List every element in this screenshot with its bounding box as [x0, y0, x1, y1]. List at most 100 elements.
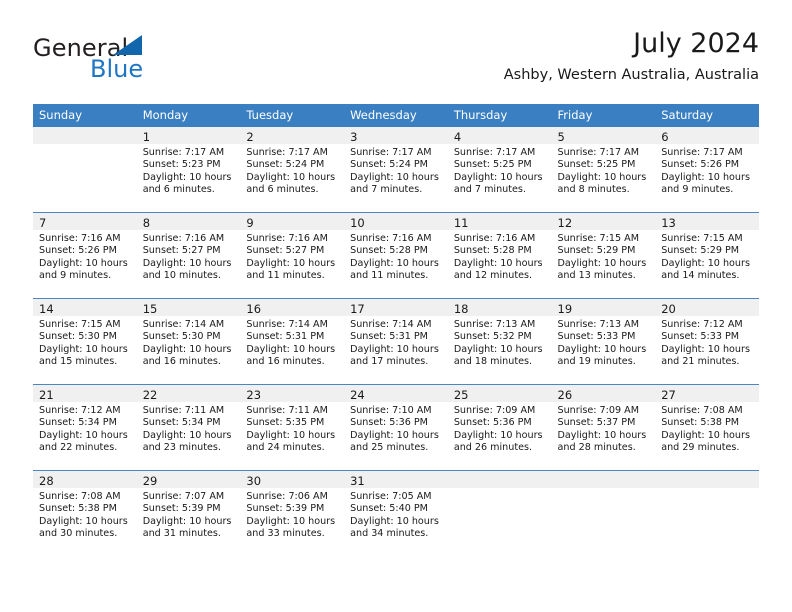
sunset-text: Sunset: 5:35 PM	[246, 417, 325, 429]
sunset-text: Sunset: 5:38 PM	[661, 417, 740, 429]
daylight-text-line2: and 19 minutes.	[557, 356, 636, 368]
daylight-text-line1: Daylight: 10 hours	[39, 515, 128, 527]
daylight-text-line2: and 17 minutes.	[350, 356, 429, 368]
day-cell[interactable]: 6 Sunrise: 7:17 AM Sunset: 5:26 PM Daylight…	[655, 127, 759, 213]
daylight-text-line2: and 7 minutes.	[350, 184, 423, 196]
triangle-flag-icon	[113, 35, 142, 55]
day-cell[interactable]	[33, 127, 137, 213]
sunrise-text: Sunrise: 7:15 AM	[557, 233, 639, 244]
day-cell[interactable]: 26 Sunrise: 7:09 AM Sunset: 5:37 PM Dayligh…	[551, 384, 656, 471]
weekday-header-wednesday: Wednesday	[344, 104, 448, 127]
page-header: General Blue July 2024 Ashby, Western Au…	[33, 28, 759, 96]
sunrise-text: Sunrise: 7:16 AM	[246, 233, 328, 244]
day-number: 10	[344, 213, 448, 230]
daylight-text-line2: and 11 minutes.	[246, 270, 325, 282]
day-number: 22	[136, 385, 241, 402]
day-cell[interactable]: 18 Sunrise: 7:13 AM Sunset: 5:32 PM Dayligh…	[447, 298, 552, 385]
day-number: 31	[344, 471, 448, 488]
calendar-page: General Blue July 2024 Ashby, Western Au…	[0, 0, 792, 612]
day-cell[interactable]: 30 Sunrise: 7:06 AM Sunset: 5:39 PM Dayligh…	[240, 470, 345, 556]
day-number: 19	[551, 299, 656, 316]
weekday-header-sunday: Sunday	[33, 104, 137, 127]
day-cell[interactable]: 14 Sunrise: 7:15 AM Sunset: 5:30 PM Dayligh…	[33, 298, 137, 385]
sunset-text: Sunset: 5:31 PM	[246, 331, 325, 343]
day-number: 25	[447, 385, 552, 402]
day-cell[interactable]	[447, 470, 552, 556]
location-subtitle: Ashby, Western Australia, Australia	[503, 67, 759, 83]
day-number: 5	[551, 127, 656, 144]
daylight-text-line2: and 12 minutes.	[453, 270, 533, 282]
week-row: 14 Sunrise: 7:15 AM Sunset: 5:30 PM Dayligh…	[33, 298, 759, 385]
day-cell[interactable]: 19 Sunrise: 7:13 AM Sunset: 5:33 PM Dayligh…	[551, 298, 656, 385]
sunrise-text: Sunrise: 7:09 AM	[453, 405, 536, 416]
page-title: July 2024	[633, 28, 759, 59]
daylight-text-line1: Daylight: 10 hours	[350, 257, 439, 269]
day-cell[interactable]	[655, 470, 759, 556]
day-number: 28	[33, 471, 137, 488]
sunset-text: Sunset: 5:37 PM	[557, 417, 636, 429]
day-cell[interactable]: 16 Sunrise: 7:14 AM Sunset: 5:31 PM Dayligh…	[240, 298, 345, 385]
day-number: 20	[655, 299, 759, 316]
day-cell[interactable]: 5 Sunrise: 7:17 AM Sunset: 5:25 PM Daylight…	[551, 127, 656, 213]
sunset-text: Sunset: 5:30 PM	[142, 331, 221, 343]
daylight-text-line2: and 24 minutes.	[246, 442, 325, 454]
daylight-text-line1: Daylight: 10 hours	[350, 515, 439, 527]
day-cell[interactable]: 25 Sunrise: 7:09 AM Sunset: 5:36 PM Dayligh…	[447, 384, 552, 471]
daylight-text-line1: Daylight: 10 hours	[142, 515, 232, 527]
sunset-text: Sunset: 5:30 PM	[39, 331, 117, 343]
day-cell[interactable]: 7 Sunrise: 7:16 AM Sunset: 5:26 PM Daylight…	[33, 212, 137, 299]
day-number: 9	[240, 213, 345, 230]
daylight-text-line2: and 29 minutes.	[661, 442, 740, 454]
day-cell[interactable]: 20 Sunrise: 7:12 AM Sunset: 5:33 PM Dayligh…	[655, 298, 759, 385]
day-cell[interactable]: 23 Sunrise: 7:11 AM Sunset: 5:35 PM Dayligh…	[240, 384, 345, 471]
sunrise-text: Sunrise: 7:07 AM	[142, 491, 225, 502]
daylight-text-line1: Daylight: 10 hours	[453, 257, 543, 269]
day-cell[interactable]: 24 Sunrise: 7:10 AM Sunset: 5:36 PM Dayligh…	[344, 384, 448, 471]
day-cell[interactable]: 9 Sunrise: 7:16 AM Sunset: 5:27 PM Daylight…	[240, 212, 345, 299]
daylight-text-line2: and 16 minutes.	[246, 356, 325, 368]
sunrise-text: Sunrise: 7:14 AM	[246, 319, 328, 330]
daylight-text-line2: and 13 minutes.	[557, 270, 636, 282]
day-cell[interactable]: 2 Sunrise: 7:17 AM Sunset: 5:24 PM Daylight…	[240, 127, 345, 213]
weekday-header-thursday: Thursday	[447, 104, 552, 127]
daylight-text-line2: and 15 minutes.	[39, 356, 118, 368]
daylight-text-line1: Daylight: 10 hours	[557, 171, 647, 183]
day-number: 15	[136, 299, 241, 316]
day-cell[interactable]	[551, 470, 656, 556]
week-row: 7 Sunrise: 7:16 AM Sunset: 5:26 PM Daylight…	[33, 212, 759, 299]
sunrise-text: Sunrise: 7:15 AM	[39, 319, 121, 330]
day-cell[interactable]: 15 Sunrise: 7:14 AM Sunset: 5:30 PM Dayligh…	[136, 298, 241, 385]
daylight-text-line1: Daylight: 10 hours	[39, 257, 128, 269]
day-cell[interactable]: 10 Sunrise: 7:16 AM Sunset: 5:28 PM Dayligh…	[344, 212, 448, 299]
day-cell[interactable]: 1 Sunrise: 7:17 AM Sunset: 5:23 PM Daylight…	[136, 127, 241, 213]
day-cell[interactable]: 12 Sunrise: 7:15 AM Sunset: 5:29 PM Dayligh…	[551, 212, 656, 299]
day-cell[interactable]: 27 Sunrise: 7:08 AM Sunset: 5:38 PM Dayligh…	[655, 384, 759, 471]
sunrise-text: Sunrise: 7:13 AM	[557, 319, 639, 330]
weekday-header-saturday: Saturday	[655, 104, 759, 127]
sunset-text: Sunset: 5:39 PM	[142, 503, 221, 515]
day-cell[interactable]: 3 Sunrise: 7:17 AM Sunset: 5:24 PM Daylight…	[344, 127, 448, 213]
daylight-text-line2: and 18 minutes.	[453, 356, 533, 368]
sunset-text: Sunset: 5:26 PM	[39, 245, 117, 257]
day-cell[interactable]: 31 Sunrise: 7:05 AM Sunset: 5:40 PM Dayligh…	[344, 470, 448, 556]
sunset-text: Sunset: 5:31 PM	[350, 331, 428, 343]
brand-logo[interactable]: General Blue	[33, 34, 273, 90]
day-cell[interactable]: 21 Sunrise: 7:12 AM Sunset: 5:34 PM Dayligh…	[33, 384, 137, 471]
sunrise-text: Sunrise: 7:17 AM	[246, 147, 328, 158]
day-cell[interactable]: 11 Sunrise: 7:16 AM Sunset: 5:28 PM Dayligh…	[447, 212, 552, 299]
day-cell[interactable]: 8 Sunrise: 7:16 AM Sunset: 5:27 PM Daylight…	[136, 212, 241, 299]
sunset-text: Sunset: 5:27 PM	[246, 245, 325, 257]
day-cell[interactable]: 4 Sunrise: 7:17 AM Sunset: 5:25 PM Daylight…	[447, 127, 552, 213]
daylight-text-line2: and 11 minutes.	[350, 270, 429, 282]
daylight-text-line2: and 10 minutes.	[142, 270, 221, 282]
day-cell[interactable]: 17 Sunrise: 7:14 AM Sunset: 5:31 PM Dayligh…	[344, 298, 448, 385]
daylight-text-line1: Daylight: 10 hours	[246, 171, 336, 183]
day-number: 17	[344, 299, 448, 316]
sunset-text: Sunset: 5:28 PM	[453, 245, 532, 257]
week-row: 1 Sunrise: 7:17 AM Sunset: 5:23 PM Daylight…	[33, 127, 759, 213]
day-cell[interactable]: 28 Sunrise: 7:08 AM Sunset: 5:38 PM Dayligh…	[33, 470, 137, 556]
day-cell[interactable]: 29 Sunrise: 7:07 AM Sunset: 5:39 PM Dayligh…	[136, 470, 241, 556]
day-cell[interactable]: 22 Sunrise: 7:11 AM Sunset: 5:34 PM Dayligh…	[136, 384, 241, 471]
daylight-text-line2: and 16 minutes.	[142, 356, 221, 368]
day-cell[interactable]: 13 Sunrise: 7:15 AM Sunset: 5:29 PM Dayligh…	[655, 212, 759, 299]
